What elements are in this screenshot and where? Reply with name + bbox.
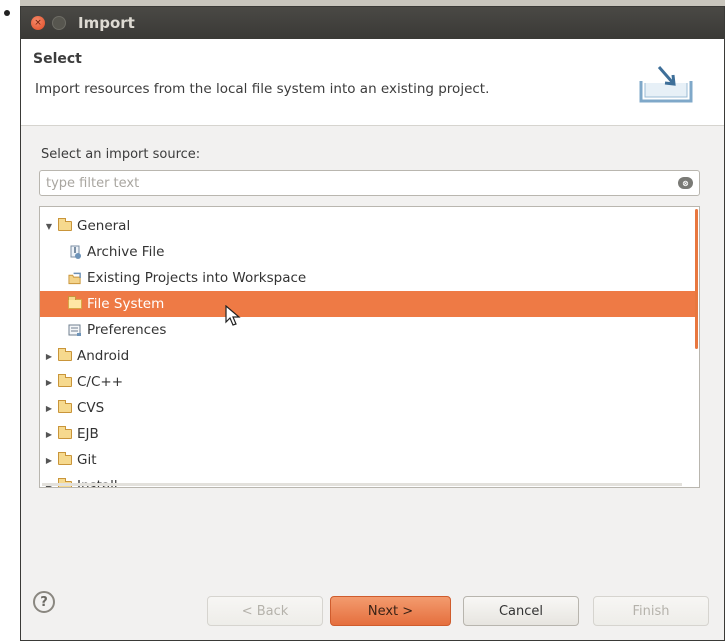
titlebar: × Import <box>21 7 724 39</box>
cancel-button[interactable]: Cancel <box>463 596 579 626</box>
wizard-header: Select Import resources from the local f… <box>21 39 724 126</box>
mouse-pointer-icon <box>225 305 241 326</box>
import-wizard-icon <box>639 66 693 103</box>
tree-item-preferences[interactable]: Preferences <box>40 317 696 343</box>
collapsed-arrow-icon[interactable]: ▶ <box>44 378 54 387</box>
tree-item-file-system[interactable]: File System <box>40 291 696 317</box>
tree-item-label: Preferences <box>87 322 167 338</box>
tree-item-cpp[interactable]: ▶ C/C++ <box>40 369 696 395</box>
page-title: Select <box>33 51 82 67</box>
tree-item-android[interactable]: ▶ Android <box>40 343 696 369</box>
collapsed-arrow-icon[interactable]: ▶ <box>44 404 54 413</box>
tree-item-existing-projects[interactable]: Existing Projects into Workspace <box>40 265 696 291</box>
archive-file-icon <box>68 245 82 259</box>
minimize-window-button[interactable] <box>52 16 66 30</box>
filter-input[interactable] <box>40 174 648 192</box>
folder-icon <box>68 296 82 309</box>
tree-item-label: Archive File <box>87 244 165 260</box>
tree-item-git[interactable]: ▶ Git <box>40 447 696 473</box>
folder-icon <box>58 400 72 413</box>
filter-field: ⊗ <box>39 170 700 196</box>
folder-icon <box>58 374 72 387</box>
folder-icon <box>58 452 72 465</box>
preferences-icon <box>68 323 82 337</box>
tree-item-cvs[interactable]: ▶ CVS <box>40 395 696 421</box>
tree-item-label: C/C++ <box>77 374 124 390</box>
import-source-tree: ▼ General Archive File Existing Projects… <box>39 206 700 488</box>
expanded-arrow-icon[interactable]: ▼ <box>44 222 54 231</box>
tree-item-ejb[interactable]: ▶ EJB <box>40 421 696 447</box>
tree-item-label: File System <box>87 296 165 312</box>
collapsed-arrow-icon[interactable]: ▶ <box>44 456 54 465</box>
collapsed-arrow-icon[interactable]: ▶ <box>44 430 54 439</box>
import-source-label: Select an import source: <box>41 147 201 162</box>
next-button[interactable]: Next > <box>330 596 451 626</box>
tree-item-label: General <box>77 218 131 234</box>
project-folder-icon <box>68 271 82 285</box>
folder-icon <box>58 426 72 439</box>
folder-icon <box>58 348 72 361</box>
horizontal-scrollbar[interactable] <box>42 483 682 486</box>
list-bullet <box>4 10 10 16</box>
import-dialog: × Import Select Import resources from th… <box>20 6 725 641</box>
tree-item-label: EJB <box>77 426 99 442</box>
window-title: Import <box>78 14 135 32</box>
collapsed-arrow-icon[interactable]: ▶ <box>44 352 54 361</box>
back-button[interactable]: < Back <box>207 596 323 626</box>
tree-item-label: Existing Projects into Workspace <box>87 270 307 286</box>
help-button[interactable]: ? <box>33 591 55 613</box>
finish-button[interactable]: Finish <box>593 596 709 626</box>
close-window-button[interactable]: × <box>31 16 45 30</box>
tree-item-label: Android <box>77 348 130 364</box>
tree-item-label: Git <box>77 452 97 468</box>
tree-item-archive-file[interactable]: Archive File <box>40 239 696 265</box>
vertical-scrollbar[interactable] <box>695 209 698 349</box>
tree-item-general[interactable]: ▼ General <box>40 213 696 239</box>
tree-item-label: CVS <box>77 400 105 416</box>
page-description: Import resources from the local file sys… <box>35 81 490 97</box>
folder-open-icon <box>58 218 72 231</box>
clear-filter-icon[interactable]: ⊗ <box>678 177 693 189</box>
